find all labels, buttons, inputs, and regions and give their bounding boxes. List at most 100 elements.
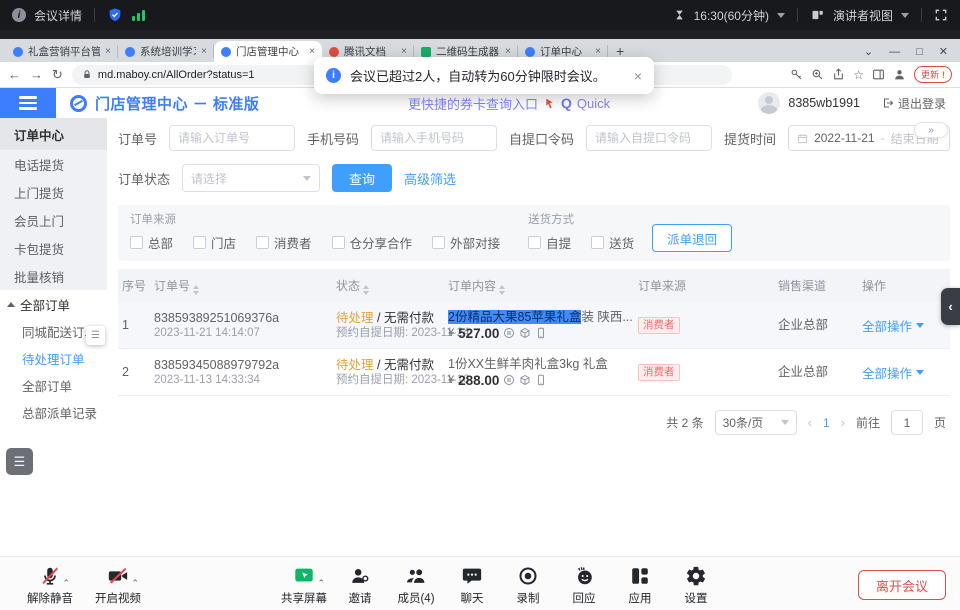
tab-close-icon[interactable]: × [595,46,601,57]
meeting-info-icon[interactable]: i [12,8,26,22]
start-video-button[interactable]: ⌃ 开启视频 [90,564,146,606]
refresh-icon[interactable]: ↻ [52,67,63,83]
forward-icon[interactable]: → [30,67,43,82]
username: 8385wb1991 [788,96,860,110]
pickup-code-input[interactable] [586,125,712,151]
phone-input[interactable] [371,125,497,151]
table-row[interactable]: 2 83859345088979792a 2023-11-13 14:33:34… [118,349,950,396]
logout-button[interactable]: 退出登录 [882,95,946,112]
promo-link[interactable]: 更快捷的券卡查询入口 Q Quick [408,94,610,113]
unmute-button[interactable]: ⌃ 解除静音 [22,564,78,606]
bookmark-star-icon[interactable]: ☆ [853,68,864,82]
mic-options-expander[interactable]: ⌃ [62,578,70,589]
chat-button[interactable]: 聊天 [444,564,500,606]
sidebar-group-all-orders[interactable]: 全部订单 [0,290,107,318]
share-options-expander[interactable]: ⌃ [317,578,325,589]
table-row[interactable]: 1 83859389251069376a 2023-11-21 14:14:07… [118,302,950,349]
checkbox-warehouse-share[interactable]: 仓分享合作 [332,233,413,252]
meeting-details-label[interactable]: 会议详情 [34,7,82,24]
sort-icon[interactable] [499,285,505,295]
sort-icon[interactable] [363,285,369,295]
col-header-content[interactable]: 订单内容 [448,277,638,295]
view-dropdown-icon[interactable] [901,13,909,18]
tab-close-icon[interactable]: × [401,46,407,57]
all-actions-dropdown[interactable]: 全部操作 [862,363,950,382]
sidebar-item-batch-verify[interactable]: 批量核销 [0,262,107,290]
all-actions-dropdown[interactable]: 全部操作 [862,316,950,335]
record-button[interactable]: 录制 [500,564,556,606]
col-header-order-no[interactable]: 订单号 [154,277,336,295]
checkbox-consumer[interactable]: 消费者 [256,233,312,252]
search-button[interactable]: 查询 [332,164,392,192]
settings-button[interactable]: 设置 [668,564,724,606]
sidebar-item-member-visit[interactable]: 会员上门 [0,206,107,234]
reactions-button[interactable]: 回应 [556,564,612,606]
profile-icon[interactable] [893,68,906,81]
sort-icon[interactable] [193,285,199,295]
window-maximize-icon[interactable]: □ [916,46,923,58]
meeting-list-floating-button[interactable]: ☰ [6,448,33,475]
browser-tab-2[interactable]: 系统培训学习 × [118,41,214,62]
tab-close-icon[interactable]: × [105,46,111,57]
sidebar-item-card-pickup[interactable]: 卡包提货 [0,234,107,262]
package-icon[interactable] [519,374,531,386]
package-icon[interactable] [519,327,531,339]
window-minimize-icon[interactable]: — [889,46,900,58]
checkbox-self-pickup[interactable]: 自提 [528,233,571,252]
invite-button[interactable]: 邀请 [332,564,388,606]
tab-close-icon[interactable]: × [201,46,207,57]
window-menu-icon[interactable]: ⌄ [864,45,873,58]
side-panel-icon[interactable] [872,68,885,81]
fullscreen-icon[interactable] [934,8,948,22]
sidebar-sub-pending-orders[interactable]: 待处理订单 [0,345,107,372]
goto-page-input[interactable] [891,410,923,435]
member-panel-toggle[interactable]: ‹ [941,288,960,325]
share-screen-button[interactable]: ⌃ 共享屏幕 [276,564,332,606]
tab-close-icon[interactable]: × [309,46,315,57]
network-signal-icon[interactable] [131,8,146,22]
receipt-icon[interactable] [503,374,515,386]
zoom-icon[interactable] [811,68,824,81]
prev-page-button[interactable]: ‹ [808,415,812,430]
order-status-select[interactable]: 请选择 [182,164,320,192]
phone-icon[interactable] [535,374,547,386]
checkbox-hq[interactable]: 总部 [130,233,173,252]
next-page-button[interactable]: › [841,415,845,430]
menu-hamburger-button[interactable] [0,88,56,118]
user-avatar[interactable] [758,92,780,114]
leave-meeting-button[interactable]: 离开会议 [858,570,946,600]
page-number-active[interactable]: 1 [823,416,830,430]
receipt-icon[interactable] [503,327,515,339]
advanced-filter-link[interactable]: 高级筛选 [404,169,456,188]
sidebar-item-door-pickup[interactable]: 上门提货 [0,178,107,206]
key-icon[interactable] [790,68,803,81]
back-icon[interactable]: ← [8,67,21,82]
dispatch-return-button[interactable]: 派单退回 [652,224,732,252]
toast-close-icon[interactable]: × [634,68,642,84]
share-icon[interactable] [832,68,845,81]
collapse-filters-button[interactable]: » [914,122,948,138]
order-no-input[interactable] [169,125,295,151]
view-mode-label[interactable]: 演讲者视图 [833,7,893,24]
sidebar-sub-all-orders[interactable]: 全部订单 [0,372,107,399]
security-shield-icon[interactable] [107,7,123,23]
meeting-timer[interactable]: 16:30(60分钟) [694,7,769,24]
page-size-select[interactable]: 30条/页 [715,410,797,435]
video-options-expander[interactable]: ⌃ [131,578,139,589]
checkbox-delivery[interactable]: 送货 [591,233,634,252]
phone-icon[interactable] [535,327,547,339]
checkbox-store[interactable]: 门店 [193,233,236,252]
members-button[interactable]: 成员(4) [388,564,444,606]
apps-button[interactable]: 应用 [612,564,668,606]
browser-tab-3-active[interactable]: 门店管理中心 × [214,41,322,62]
col-header-status[interactable]: 状态 [336,277,448,295]
checkbox-external[interactable]: 外部对接 [432,233,500,252]
drag-handle-widget[interactable]: ☰ [86,326,105,345]
sidebar-item-phone-pickup[interactable]: 电话提货 [0,150,107,178]
tab-close-icon[interactable]: × [505,46,511,57]
window-close-icon[interactable]: ✕ [939,45,948,58]
browser-update-button[interactable]: 更新 ! [914,66,952,83]
sidebar-sub-hq-dispatch[interactable]: 总部派单记录 [0,399,107,426]
browser-tab-1[interactable]: 礼盒营销平台管理中心 × [6,41,118,62]
timer-dropdown-icon[interactable] [777,13,785,18]
